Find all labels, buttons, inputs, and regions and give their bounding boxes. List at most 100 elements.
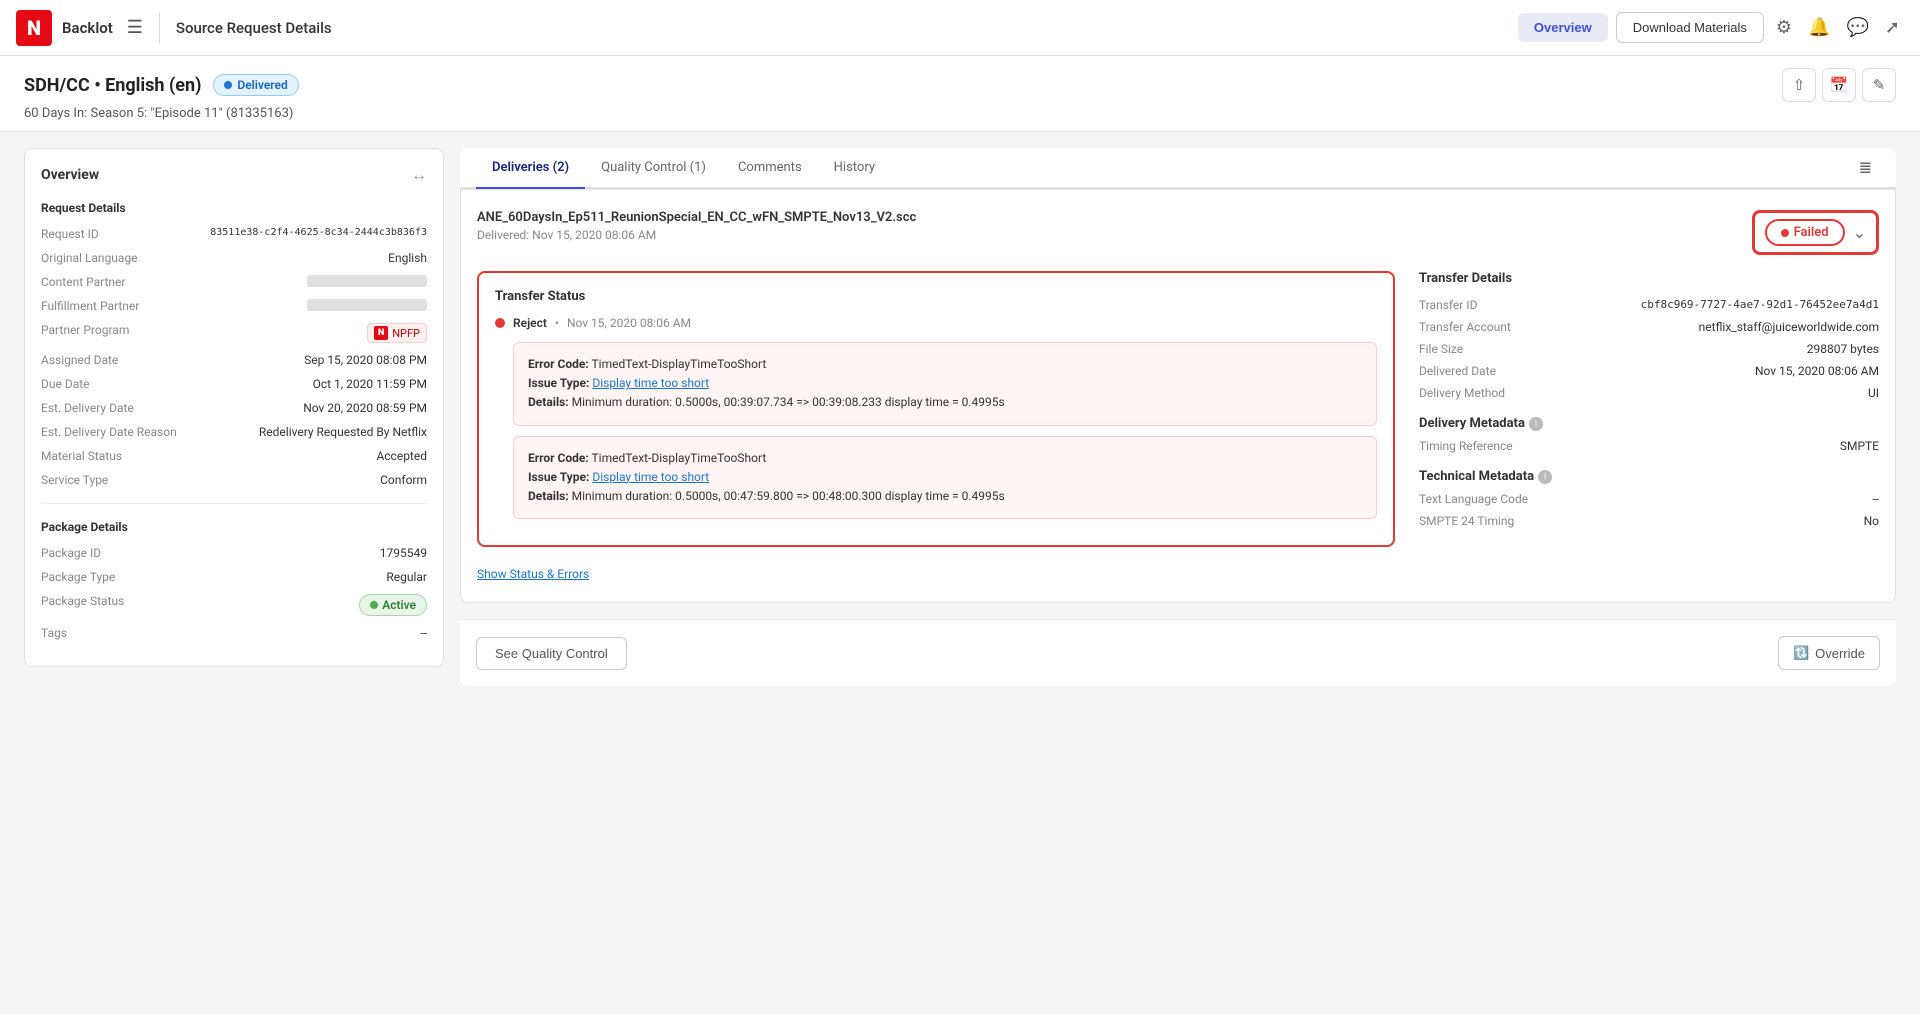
edit-icon[interactable]: ✎ [1862, 68, 1896, 102]
show-errors-link[interactable]: Show Status & Errors [477, 567, 589, 581]
sidebar-divider [41, 503, 427, 504]
field-package-type: Package Type Regular [41, 570, 427, 584]
delivery-method-label: Delivery Method [1419, 386, 1505, 400]
notifications-icon[interactable]: 🔔 [1804, 13, 1834, 42]
row-smpte-24: SMPTE 24 Timing No [1419, 514, 1879, 528]
issue-type-label-2: Issue Type: [528, 470, 589, 484]
main-layout: Overview ↔ Request Details Request ID 83… [0, 132, 1920, 702]
issue-type-link-2[interactable]: Display time too short [592, 470, 709, 484]
details-label-2: Details: [528, 489, 569, 503]
row-text-lang-code: Text Language Code -- [1419, 492, 1879, 506]
error-code-label-2: Error Code: [528, 451, 589, 465]
delivery-card: ANE_60DaysIn_Ep511_ReunionSpecial_EN_CC_… [460, 189, 1896, 603]
tab-quality-control[interactable]: Quality Control (1) [585, 148, 722, 189]
field-due-date: Due Date Oct 1, 2020 11:59 PM [41, 377, 427, 391]
row-transfer-account: Transfer Account netflix_staff@juiceworl… [1419, 320, 1879, 334]
collapse-sidebar-icon[interactable]: ↔ [411, 165, 427, 185]
field-est-delivery-reason: Est. Delivery Date Reason Redelivery Req… [41, 425, 427, 439]
content-title: SDH/CC • English (en) [24, 75, 201, 96]
field-assigned-date: Assigned Date Sep 15, 2020 08:08 PM [41, 353, 427, 367]
page-title: Source Request Details [176, 19, 332, 37]
delivery-metadata-info-icon[interactable]: i [1529, 417, 1543, 431]
failed-status-badge: Failed [1765, 219, 1845, 246]
reject-label: Reject [513, 316, 547, 330]
error-block-1: Error Code: TimedText-DisplayTimeTooShor… [513, 342, 1377, 426]
external-link-icon[interactable]: ➚ [1881, 13, 1904, 42]
sub-header-actions: ⇧ 📅 ✎ [1782, 68, 1896, 102]
tab-history[interactable]: History [818, 148, 891, 189]
field-tags: Tags -- [41, 626, 427, 640]
technical-metadata-section: Technical Metadata i [1419, 469, 1879, 484]
tab-comments[interactable]: Comments [722, 148, 818, 189]
delivery-date: Delivered: Nov 15, 2020 08:06 AM [477, 228, 916, 242]
error-code-value-2: TimedText-DisplayTimeTooShort [592, 451, 767, 465]
transfer-account-value: netflix_staff@juiceworldwide.com [1699, 320, 1879, 334]
field-partner-program: Partner Program N NPFP [41, 323, 427, 343]
delivered-date-value: Nov 15, 2020 08:06 AM [1755, 364, 1879, 378]
sidebar-title: Overview [41, 167, 99, 183]
package-details-title: Package Details [41, 520, 427, 534]
smpte-24-value: No [1864, 514, 1879, 528]
issue-type-link-1[interactable]: Display time too short [592, 376, 709, 390]
active-badge: Active [359, 594, 427, 616]
error-code-value-1: TimedText-DisplayTimeTooShort [592, 357, 767, 371]
transfer-layout: Transfer Status Reject • Nov 15, 2020 08… [477, 271, 1879, 582]
field-original-language: Original Language English [41, 251, 427, 265]
technical-metadata-info-icon[interactable]: i [1538, 470, 1552, 484]
timing-reference-label: Timing Reference [1419, 439, 1513, 453]
sub-header-title-row: SDH/CC • English (en) Delivered [24, 74, 299, 96]
transfer-status-box: Transfer Status Reject • Nov 15, 2020 08… [477, 271, 1395, 547]
header-actions: Overview Download Materials ⚙ 🔔 💬 ➚ [1518, 12, 1904, 43]
calendar-icon[interactable]: 📅 [1822, 68, 1856, 102]
error-block-2: Error Code: TimedText-DisplayTimeTooShor… [513, 436, 1377, 520]
reject-row: Reject • Nov 15, 2020 08:06 AM [495, 316, 1377, 330]
delivery-metadata-section: Delivery Metadata i [1419, 416, 1879, 431]
row-delivery-method: Delivery Method UI [1419, 386, 1879, 400]
transfer-status-title: Transfer Status [495, 289, 1377, 304]
download-materials-button[interactable]: Download Materials [1616, 12, 1764, 43]
settings-icon[interactable]: ⚙ [1772, 13, 1796, 42]
row-file-size: File Size 298807 bytes [1419, 342, 1879, 356]
upload-icon[interactable]: ⇧ [1782, 68, 1816, 102]
badge-label: Delivered [237, 78, 287, 92]
sub-header: SDH/CC • English (en) Delivered ⇧ 📅 ✎ 60… [0, 56, 1920, 132]
tabs-bar: Deliveries (2) Quality Control (1) Comme… [460, 148, 1896, 189]
tab-deliveries[interactable]: Deliveries (2) [476, 148, 585, 189]
header-divider [159, 13, 160, 43]
netflix-logo: N [16, 10, 52, 46]
details-label-1: Details: [528, 395, 569, 409]
override-icon: 🔃 [1793, 645, 1809, 661]
messages-icon[interactable]: 💬 [1842, 13, 1872, 42]
overview-button[interactable]: Overview [1518, 13, 1608, 42]
issue-type-label-1: Issue Type: [528, 376, 589, 390]
technical-metadata-title: Technical Metadata [1419, 469, 1534, 484]
row-delivered-date: Delivered Date Nov 15, 2020 08:06 AM [1419, 364, 1879, 378]
delivery-metadata-title: Delivery Metadata [1419, 416, 1525, 431]
header: N Backlot ☰ Source Request Details Overv… [0, 0, 1920, 56]
details-value-2: Minimum duration: 0.5000s, 00:47:59.800 … [572, 489, 1005, 503]
transfer-id-value: cbf8c969-7727-4ae7-92d1-76452ee7a4d1 [1641, 298, 1879, 312]
text-lang-code-label: Text Language Code [1419, 492, 1528, 506]
field-service-type: Service Type Conform [41, 473, 427, 487]
app-name: Backlot [62, 19, 113, 37]
field-package-id: Package ID 1795549 [41, 546, 427, 560]
expand-delivery-icon[interactable]: ⌄ [1853, 223, 1866, 242]
delivered-date-label: Delivered Date [1419, 364, 1496, 378]
transfer-account-label: Transfer Account [1419, 320, 1511, 334]
see-quality-control-button[interactable]: See Quality Control [476, 637, 627, 670]
row-timing-reference: Timing Reference SMPTE [1419, 439, 1879, 453]
field-package-status: Package Status Active [41, 594, 427, 616]
text-lang-code-value: -- [1872, 492, 1879, 506]
smpte-24-label: SMPTE 24 Timing [1419, 514, 1514, 528]
delivery-info: ANE_60DaysIn_Ep511_ReunionSpecial_EN_CC_… [477, 210, 916, 242]
transfer-status-section: Transfer Status Reject • Nov 15, 2020 08… [477, 271, 1395, 582]
field-request-id: Request ID 83511e38-c2f4-4625-8c34-2444c… [41, 227, 427, 241]
sidebar: Overview ↔ Request Details Request ID 83… [24, 148, 444, 667]
filter-icon[interactable]: ≣ [1851, 150, 1880, 185]
override-button[interactable]: 🔃 Override [1778, 636, 1880, 670]
failed-status-highlight: Failed ⌄ [1752, 210, 1879, 255]
reject-dot [495, 318, 505, 328]
delivery-method-value: UI [1868, 386, 1879, 400]
hamburger-icon[interactable]: ☰ [127, 17, 143, 38]
file-size-value: 298807 bytes [1807, 342, 1879, 356]
